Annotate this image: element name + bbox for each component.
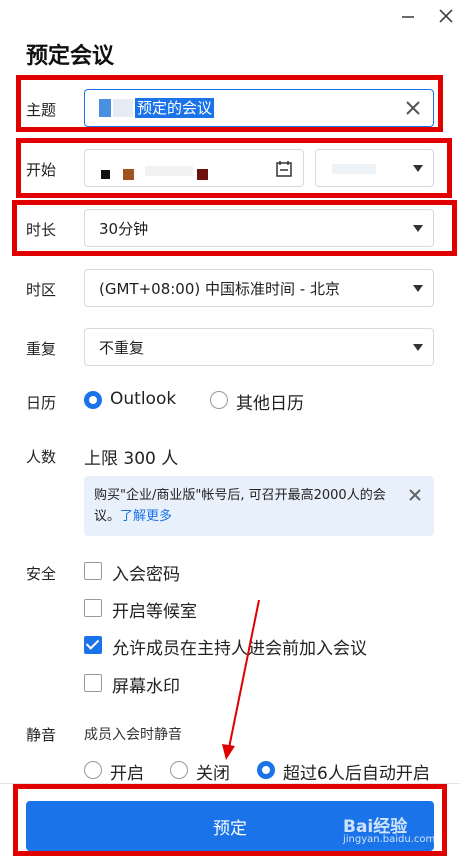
security-label: 安全 <box>26 565 57 583</box>
chevron-down-icon <box>413 165 423 172</box>
timezone-value: (GMT+08:00) 中国标准时间 - 北京 <box>99 279 340 298</box>
subject-blur-2 <box>113 99 133 117</box>
watermark-checkbox[interactable] <box>84 674 102 692</box>
date-blur-4 <box>197 169 208 180</box>
subject-label: 主题 <box>26 101 57 119</box>
waiting-room-checkbox[interactable] <box>84 599 102 617</box>
learn-more-link[interactable]: 了解更多 <box>120 509 172 524</box>
duration-value: 30分钟 <box>99 219 149 238</box>
password-checkbox[interactable] <box>84 562 102 580</box>
join-before-host-checkbox[interactable] <box>84 636 102 654</box>
date-blur-2 <box>123 169 134 180</box>
join-before-host-checkbox-label[interactable]: 允许成员在主持人进会前加入会议 <box>112 634 367 659</box>
close-window-button[interactable] <box>434 4 458 28</box>
start-label: 开始 <box>26 161 57 179</box>
start-date-picker[interactable] <box>84 149 304 187</box>
calendar-option-other[interactable] <box>210 391 228 409</box>
upgrade-notice: 购买"企业/商业版"帐号后, 可召开最高2000人的会议。了解更多 <box>84 476 434 536</box>
duration-label: 时长 <box>26 221 57 239</box>
chevron-down-icon <box>413 344 423 351</box>
baidu-watermark: Bai经验 jingyan.baidu.com <box>343 812 439 848</box>
calendar-option-outlook[interactable] <box>84 391 102 409</box>
participants-label: 人数 <box>26 448 57 466</box>
repeat-select[interactable]: 不重复 <box>84 328 434 366</box>
mute-option-on-label[interactable]: 开启 <box>110 759 144 784</box>
calendar-option-other-label[interactable]: 其他日历 <box>236 389 304 414</box>
subject-value: 预定的会议 <box>135 98 215 118</box>
participants-value: 上限 300 人 <box>84 449 179 469</box>
calendar-option-outlook-label[interactable]: Outlook <box>110 389 176 409</box>
timezone-select[interactable]: (GMT+08:00) 中国标准时间 - 北京 <box>84 269 434 307</box>
waiting-room-checkbox-label[interactable]: 开启等候室 <box>112 597 197 622</box>
chevron-down-icon <box>413 285 423 292</box>
calendar-icon <box>276 161 292 177</box>
watermark-url: jingyan.baidu.com <box>343 834 436 845</box>
mute-sub-label: 成员入会时静音 <box>84 727 182 743</box>
close-icon <box>439 9 453 23</box>
submit-button-label: 预定 <box>213 818 247 839</box>
subject-input[interactable]: 预定的会议 <box>84 89 434 127</box>
mute-label: 静音 <box>26 726 57 744</box>
password-checkbox-label[interactable]: 入会密码 <box>112 560 180 585</box>
start-time-select[interactable] <box>315 149 434 187</box>
repeat-label: 重复 <box>26 340 57 358</box>
repeat-value: 不重复 <box>99 338 145 357</box>
close-notice-icon[interactable] <box>408 488 422 502</box>
minimize-icon <box>402 16 414 18</box>
duration-select[interactable]: 30分钟 <box>84 209 434 247</box>
arrow-annotation <box>222 599 260 760</box>
mute-option-off[interactable] <box>170 761 188 779</box>
date-blur-1 <box>101 170 110 179</box>
time-blur <box>332 164 376 174</box>
mute-option-on[interactable] <box>84 761 102 779</box>
footer-divider <box>0 783 460 784</box>
date-blur-3 <box>145 166 193 176</box>
subject-blur <box>99 99 111 117</box>
page-title: 预定会议 <box>26 44 115 69</box>
clear-icon[interactable] <box>405 100 421 116</box>
chevron-down-icon <box>413 225 423 232</box>
mute-option-auto[interactable] <box>257 761 275 779</box>
mute-option-auto-label[interactable]: 超过6人后自动开启 <box>283 759 430 784</box>
timezone-label: 时区 <box>26 281 57 299</box>
calendar-label: 日历 <box>26 394 57 412</box>
minimize-button[interactable] <box>396 4 420 28</box>
mute-option-off-label[interactable]: 关闭 <box>196 759 230 784</box>
watermark-checkbox-label[interactable]: 屏幕水印 <box>112 672 180 697</box>
